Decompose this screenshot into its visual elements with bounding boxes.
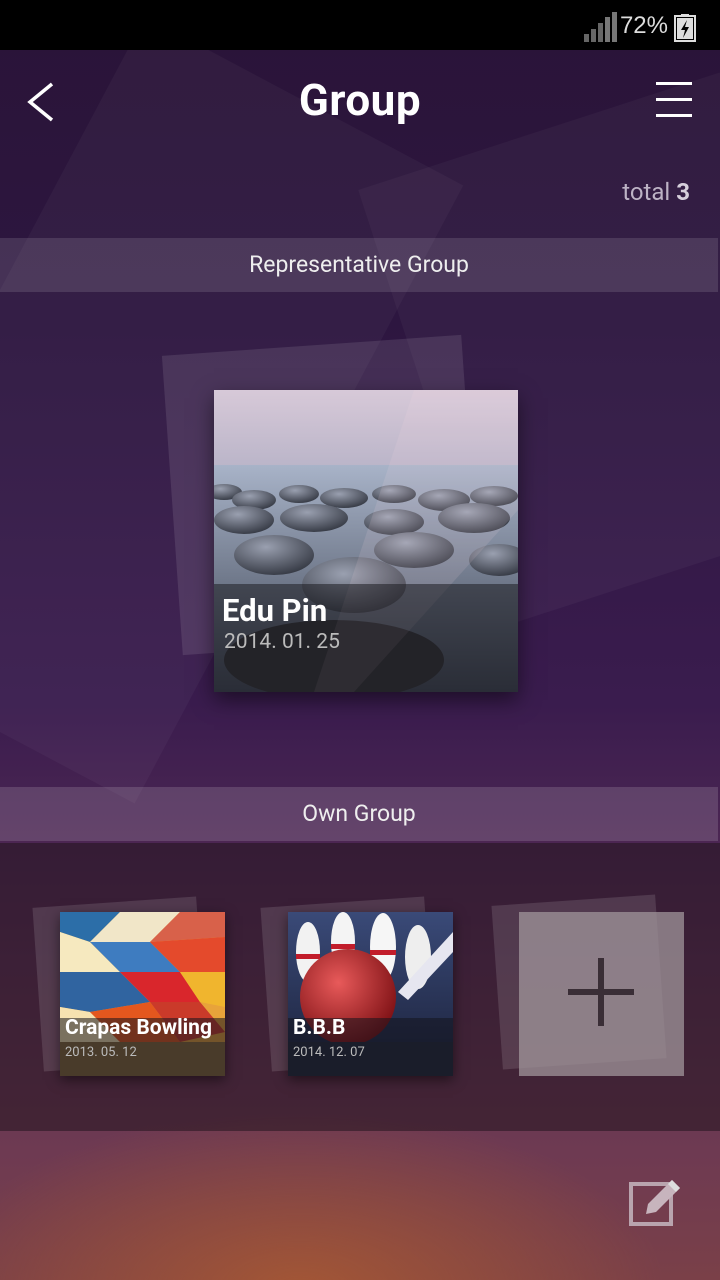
status-bar: 72% [0,0,720,50]
group-date: 2014. 01. 25 [224,630,340,654]
total-number: 3 [676,178,690,206]
battery-charging-icon [674,14,696,42]
group-tile[interactable]: Crapas Bowling 2013. 05. 12 [60,912,225,1076]
representative-group-card[interactable]: Edu Pin 2014. 01. 25 [214,390,518,692]
group-name: B.B.B [293,1016,346,1040]
signal-icon [584,12,617,42]
edit-icon[interactable] [628,1178,682,1228]
total-label: total [622,178,671,206]
group-tile[interactable]: B.B.B 2014. 12. 07 [288,912,453,1076]
plus-icon [568,958,634,1026]
add-group-button[interactable] [519,912,684,1076]
own-group-header: Own Group [0,787,718,841]
group-name: Edu Pin [222,592,328,629]
group-date: 2013. 05. 12 [65,1045,137,1060]
menu-icon[interactable] [656,82,692,118]
app-header: Group [0,50,720,160]
battery-level: 72% [619,12,668,39]
page-title: Group [298,74,422,126]
group-name: Crapas Bowling [65,1016,212,1040]
total-count: total 3 [622,178,690,206]
representative-group-header: Representative Group [0,238,718,292]
group-date: 2014. 12. 07 [293,1045,365,1060]
